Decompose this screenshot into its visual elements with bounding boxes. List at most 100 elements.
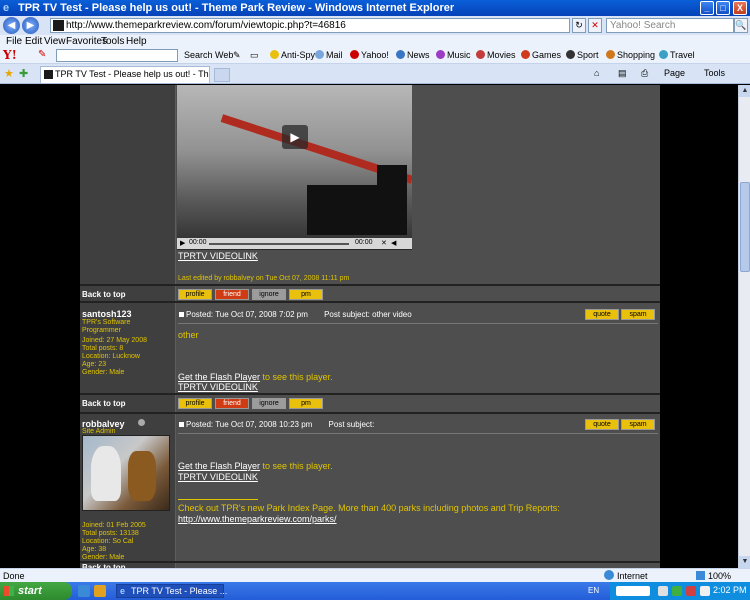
toolbar-news[interactable]: News xyxy=(396,50,430,60)
profile-button[interactable]: profile xyxy=(178,398,212,409)
page-menu[interactable]: Page xyxy=(664,68,685,78)
nero-search-icon[interactable] xyxy=(616,586,650,596)
back-button[interactable]: ◀ xyxy=(3,17,20,34)
post3-body xyxy=(177,414,660,561)
page-content: ▶ ▶ 00:00 00:00 ✕ ◀ TPRTV VIDEOLINK Last… xyxy=(0,85,738,568)
quick-launch-ie-icon[interactable] xyxy=(78,585,90,597)
zoom-icon[interactable] xyxy=(696,571,705,580)
yahoo-logo-icon[interactable]: Y! xyxy=(3,48,17,62)
post3-total-posts: Total posts: 13138 xyxy=(82,530,139,537)
menu-file[interactable]: File xyxy=(6,36,22,47)
post2-username[interactable]: santosh123 xyxy=(82,309,132,319)
forward-button[interactable]: ▶ xyxy=(22,17,39,34)
post2-flash-notice: Get the Flash Player to see this player. xyxy=(178,372,333,382)
menu-tools[interactable]: Tools xyxy=(101,36,124,47)
anti-spy-icon xyxy=(270,50,279,59)
video-time-end: 00:00 xyxy=(355,239,373,246)
spam-button[interactable]: spam xyxy=(621,419,655,430)
ignore-button[interactable]: ignore xyxy=(252,289,286,300)
highlight-icon[interactable]: ✎ xyxy=(233,50,241,61)
post3-video-link[interactable]: TPRTV VIDEOLINK xyxy=(178,472,258,482)
quote-button[interactable]: quote xyxy=(585,419,619,430)
maximize-button[interactable]: □ xyxy=(716,1,730,15)
post2-header: Posted: Tue Oct 07, 2008 7:02 pm Post su… xyxy=(179,310,412,319)
menu-help[interactable]: Help xyxy=(126,36,147,47)
home-icon[interactable]: ⌂ xyxy=(594,68,599,78)
bookmark-icon[interactable]: ▭ xyxy=(250,50,259,61)
toolbar-mail[interactable]: Mail xyxy=(315,50,343,60)
tab-active[interactable]: TPR TV Test - Please help us out! - Them… xyxy=(40,66,210,83)
play-small-icon[interactable]: ▶ xyxy=(180,239,185,247)
fullscreen-icon[interactable]: ✕ xyxy=(381,239,387,247)
toolbar-sport[interactable]: Sport xyxy=(566,50,599,60)
volume-icon[interactable]: ◀ xyxy=(391,239,396,247)
minimize-button[interactable]: _ xyxy=(700,1,714,15)
search-icon[interactable]: 🔍 xyxy=(734,18,748,33)
yahoo-search-input[interactable]: Yahoo! Search xyxy=(606,18,734,33)
post2-video-link[interactable]: TPRTV VIDEOLINK xyxy=(178,382,258,392)
toolbar-games[interactable]: Games xyxy=(521,50,561,60)
add-favorites-icon[interactable]: ✚ xyxy=(19,67,28,80)
taskbar-window-button[interactable]: TPR TV Test - Please ... xyxy=(116,584,227,598)
video-seek-bar[interactable] xyxy=(209,243,349,245)
tools-menu[interactable]: Tools xyxy=(704,68,725,78)
quick-launch-folder-icon[interactable] xyxy=(94,585,106,597)
toolbar-yahoo[interactable]: Yahoo! xyxy=(350,50,389,60)
post3-location: Location: So Cal xyxy=(82,538,134,545)
tray-network-icon[interactable] xyxy=(672,586,682,596)
search-web-button[interactable]: Search Web xyxy=(184,50,233,60)
tray-volume-icon[interactable] xyxy=(700,586,710,596)
profile-button[interactable]: profile xyxy=(178,289,212,300)
ie-logo-icon: e xyxy=(3,2,10,14)
quote-button[interactable]: quote xyxy=(585,309,619,320)
tray-app-icon[interactable] xyxy=(658,586,668,596)
post2-flash-link[interactable]: Get the Flash Player xyxy=(178,372,260,382)
post2-subject: Post subject: other video xyxy=(324,310,412,319)
feeds-icon[interactable]: ▤ xyxy=(618,68,627,79)
anti-spy-label: Anti-Spy xyxy=(281,50,316,60)
tray-security-icon[interactable] xyxy=(686,586,696,596)
pm-button[interactable]: pm xyxy=(289,398,323,409)
scroll-thumb[interactable] xyxy=(740,182,750,272)
news-icon xyxy=(396,50,405,59)
print-icon[interactable]: ⎙ xyxy=(641,68,648,79)
status-text: Done xyxy=(3,571,25,581)
refresh-button[interactable]: ↻ xyxy=(572,18,586,33)
system-tray: 2:02 PM xyxy=(610,582,750,600)
start-button[interactable]: start xyxy=(0,582,72,600)
spam-button[interactable]: spam xyxy=(621,309,655,320)
pencil-icon[interactable]: ✎ xyxy=(38,49,46,60)
toolbar-travel[interactable]: Travel xyxy=(659,50,695,60)
scroll-up-icon[interactable]: ▲ xyxy=(739,85,750,97)
sport-label: Sport xyxy=(577,50,599,60)
toolbar-anti-spy[interactable]: Anti-Spy xyxy=(270,50,315,60)
friend-button[interactable]: friend xyxy=(215,289,249,300)
vertical-scrollbar[interactable]: ▲ ▼ xyxy=(738,85,750,568)
toolbar-shopping[interactable]: Shopping xyxy=(606,50,655,60)
video-player[interactable]: ▶ xyxy=(177,85,412,250)
menu-edit[interactable]: Edit xyxy=(25,36,42,47)
yahoo-toolbar-search-input[interactable] xyxy=(56,49,178,62)
scroll-down-icon[interactable]: ▼ xyxy=(739,556,750,568)
ignore-button[interactable]: ignore xyxy=(252,398,286,409)
toolbar-movies[interactable]: Movies xyxy=(476,50,516,60)
stop-button[interactable]: ✕ xyxy=(588,18,602,33)
new-tab-button[interactable] xyxy=(214,68,230,82)
toolbar-music[interactable]: Music xyxy=(436,50,471,60)
zoom-level[interactable]: 100% xyxy=(708,571,731,581)
menu-view[interactable]: View xyxy=(44,36,66,47)
post3-flash-link[interactable]: Get the Flash Player xyxy=(178,461,260,471)
back-to-top-link[interactable]: Back to top xyxy=(82,399,126,408)
play-icon[interactable]: ▶ xyxy=(282,125,308,149)
close-button[interactable]: X xyxy=(733,1,747,15)
favorites-star-icon[interactable]: ★ xyxy=(4,67,14,80)
language-indicator[interactable]: EN xyxy=(588,586,599,595)
post3-signature-link[interactable]: http://www.themeparkreview.com/parks/ xyxy=(178,514,337,524)
friend-button[interactable]: friend xyxy=(215,398,249,409)
back-to-top-link[interactable]: Back to top xyxy=(82,290,126,299)
pm-button[interactable]: pm xyxy=(289,289,323,300)
post2-joined: Joined: 27 May 2008 xyxy=(82,337,147,344)
post2-flash-rest: to see this player. xyxy=(260,372,333,382)
post1-video-link[interactable]: TPRTV VIDEOLINK xyxy=(178,251,258,261)
address-bar[interactable]: http://www.themeparkreview.com/forum/vie… xyxy=(50,18,570,33)
